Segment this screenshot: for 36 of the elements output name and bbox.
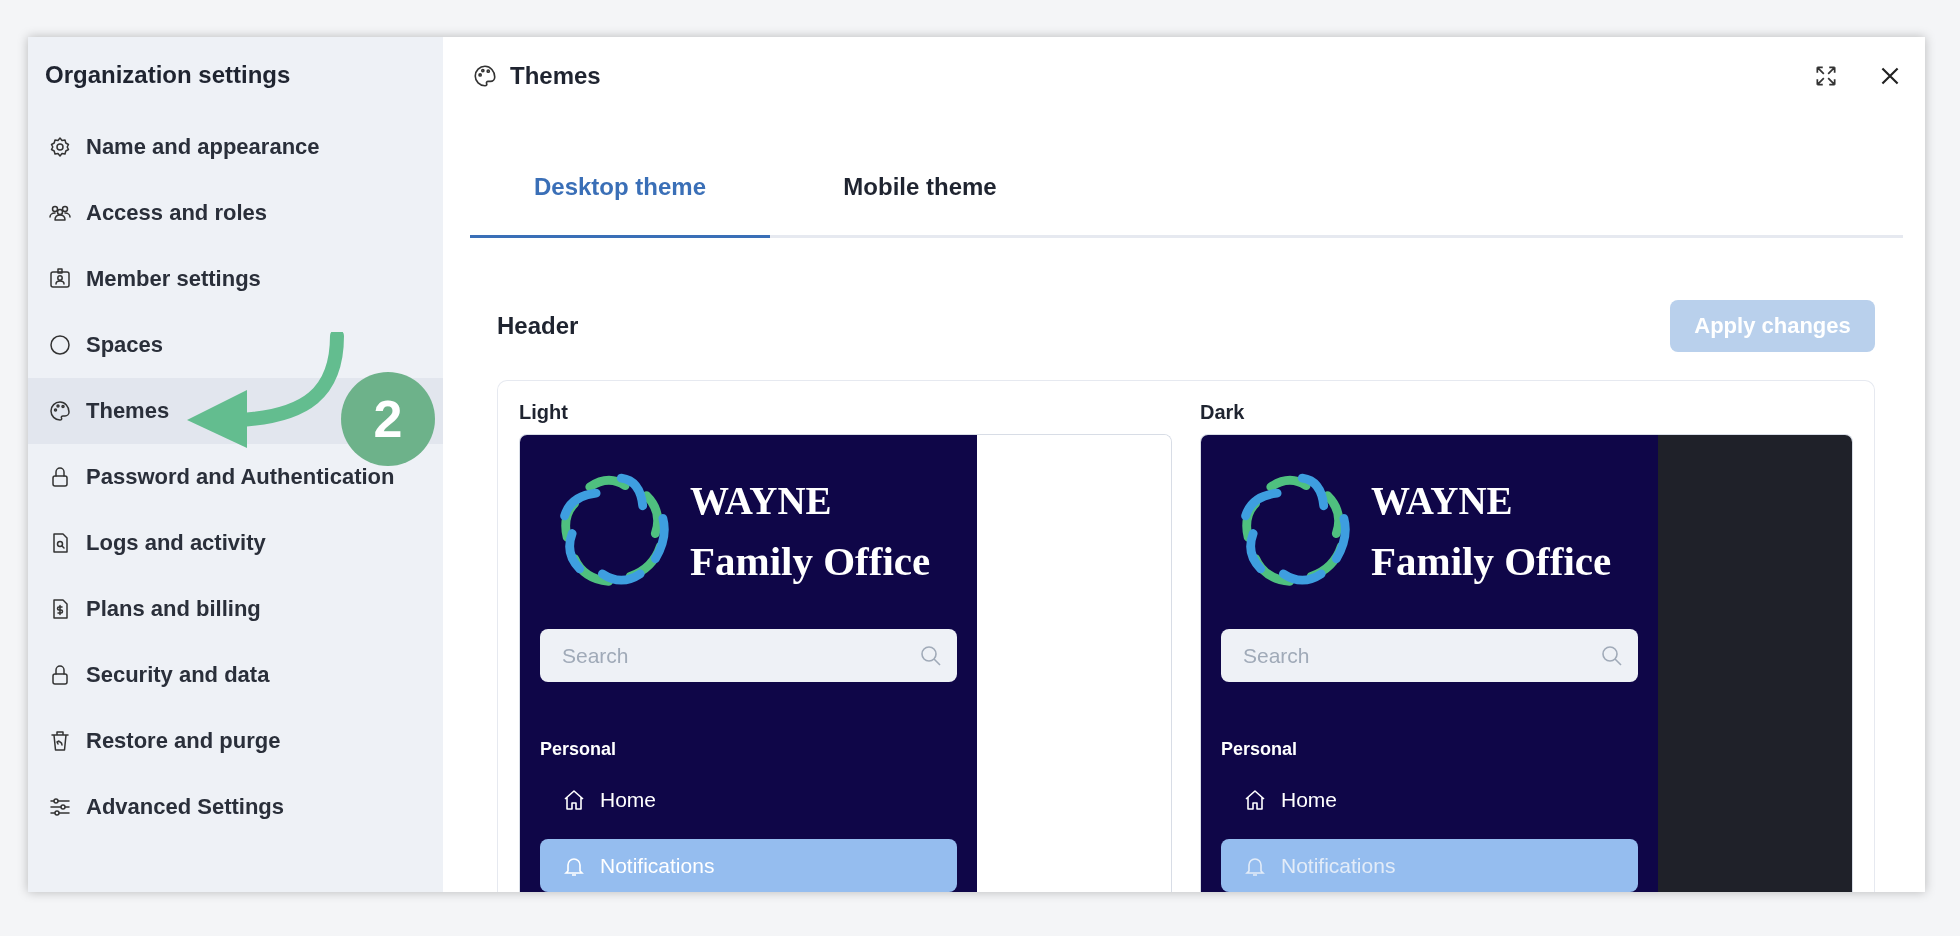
tab[interactable]: Desktop theme: [470, 143, 770, 238]
panel-title: Themes: [510, 62, 601, 90]
circle-icon: [48, 333, 72, 357]
search-icon: [1600, 643, 1624, 668]
expand-icon[interactable]: [1813, 63, 1839, 89]
preview-nav-item[interactable]: Home: [540, 773, 957, 826]
tab[interactable]: Mobile theme: [770, 143, 1070, 235]
search-icon: [919, 643, 943, 668]
section-title: Header: [497, 312, 579, 340]
sliders-icon: [48, 795, 72, 819]
palette-icon: [472, 63, 498, 89]
sidebar-title: Organization settings: [44, 60, 292, 90]
nav-group-label: Personal: [1221, 739, 1299, 760]
sidebar-item[interactable]: Restore and purge: [28, 708, 443, 774]
brand-name: WAYNE: [690, 478, 833, 524]
sidebar-item[interactable]: Access and roles: [28, 180, 443, 246]
theme-preview[interactable]: WAYNE Family Office Search Personal Home Notifications: [519, 434, 1172, 892]
brand-name: Family Office: [690, 537, 931, 586]
sidebar-item[interactable]: Advanced Settings: [28, 774, 443, 840]
brand-name: Family Office: [1371, 537, 1612, 586]
sidebar-item[interactable]: Security and data: [28, 642, 443, 708]
sidebar-item[interactable]: Name and appearance: [28, 114, 443, 180]
theme-preview[interactable]: WAYNE Family Office Search Personal Home Notifications: [1200, 434, 1853, 892]
sidebar-item[interactable]: Plans and billing: [28, 576, 443, 642]
sidebar-item[interactable]: Member settings: [28, 246, 443, 312]
sidebar-item[interactable]: Logs and activity: [28, 510, 443, 576]
badge-icon: [48, 267, 72, 291]
home-icon: [1243, 787, 1267, 812]
gear-icon: [48, 135, 72, 159]
trash-icon: [48, 729, 72, 753]
theme-label: Light: [519, 400, 569, 425]
theme-label: Dark: [1200, 400, 1246, 425]
brand-name: WAYNE: [1371, 478, 1514, 524]
home-icon: [562, 787, 586, 812]
preview-nav-item[interactable]: Home: [1221, 773, 1638, 826]
nav-group-label: Personal: [540, 739, 618, 760]
